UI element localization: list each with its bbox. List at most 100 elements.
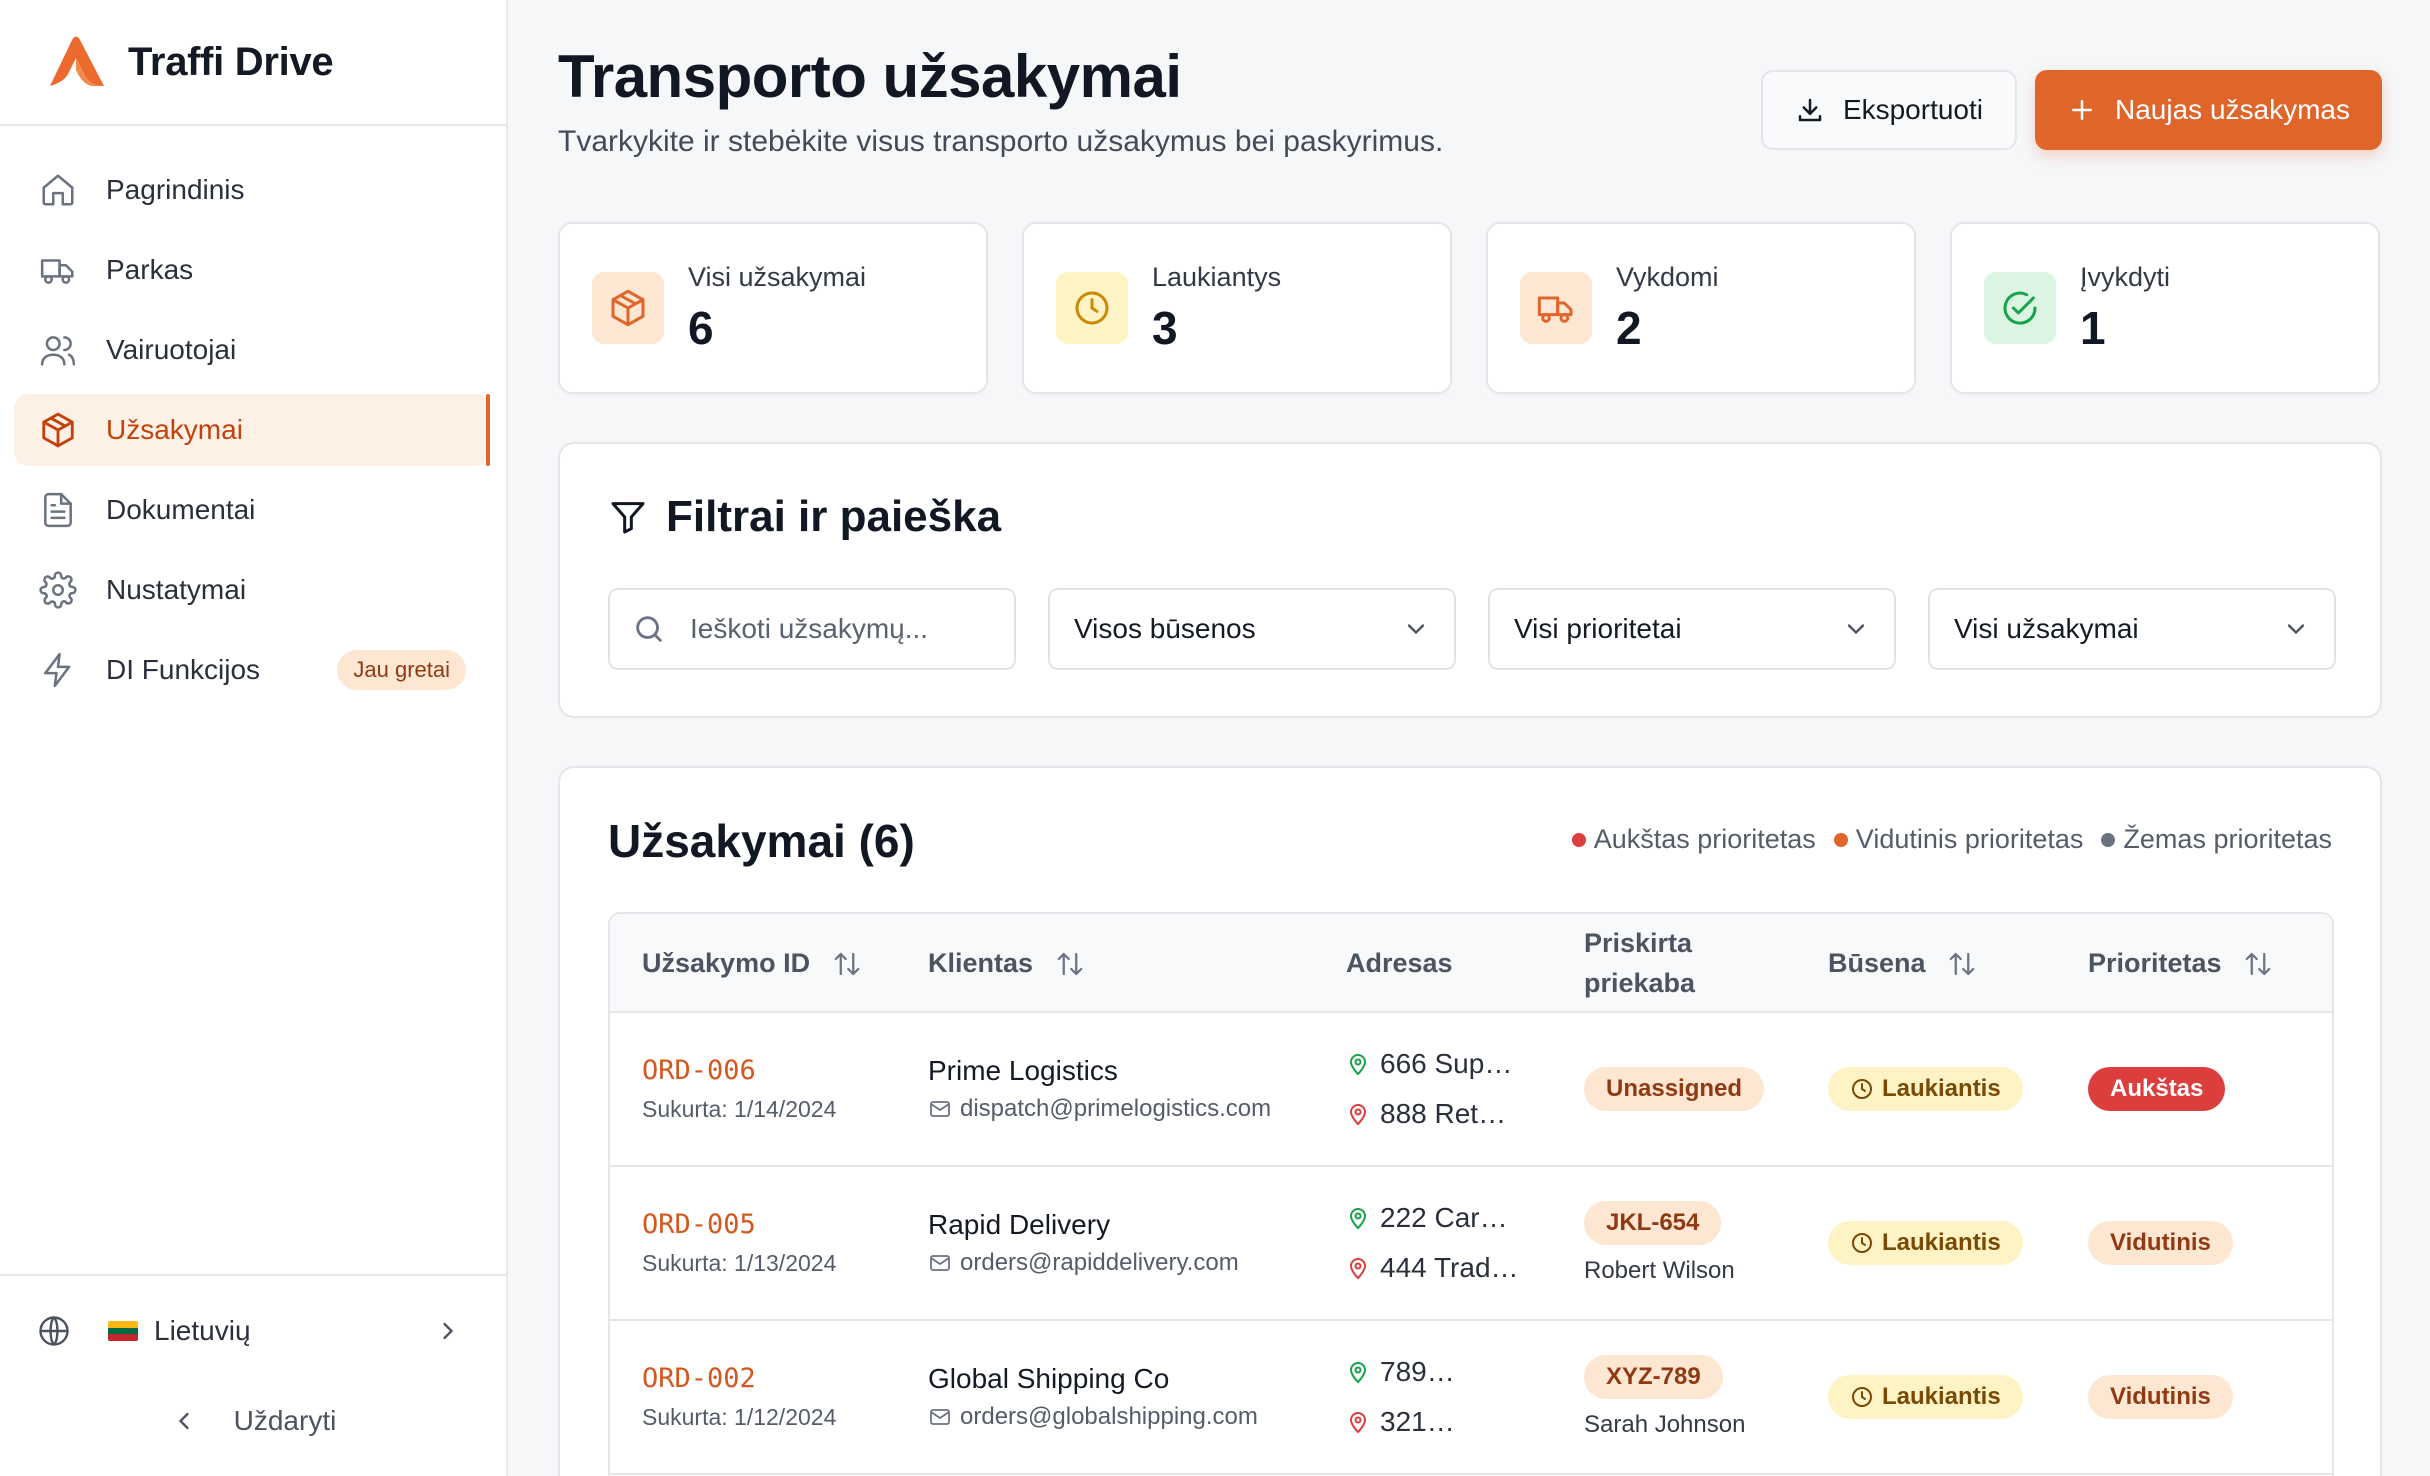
sort-icon[interactable]: [832, 949, 862, 979]
order-id-link[interactable]: ORD-006: [642, 1055, 896, 1086]
sidebar-item-label: DI Funkcijos: [106, 654, 261, 685]
language-switcher[interactable]: Lietuvių: [0, 1276, 506, 1386]
stat-value: 3: [1152, 301, 1178, 354]
export-button[interactable]: Eksportuoti: [1760, 70, 2018, 150]
status-label: Laukiantis: [1882, 1075, 2001, 1102]
stat-value: 2: [1616, 301, 1642, 354]
pickup-address-text: 666 Sup…: [1380, 1048, 1513, 1079]
legend-label: Aukštas prioritetas: [1593, 824, 1816, 854]
collapse-label: Uždaryti: [233, 1405, 337, 1436]
order-id-link[interactable]: ORD-002: [642, 1363, 896, 1394]
column-header-id[interactable]: Užsakymo ID: [610, 914, 896, 1012]
package-icon: [38, 410, 78, 450]
page-header: Transporto užsakymai Tvarkykite ir stebė…: [558, 42, 1443, 159]
traffi-logo-icon: [50, 36, 104, 86]
priority-select[interactable]: Visi prioritetai: [1488, 588, 1896, 670]
chevron-right-icon: [443, 1322, 454, 1340]
chevron-down-icon: [2287, 624, 2305, 635]
pickup-address: 666 Sup…: [1346, 1048, 1552, 1080]
stat-value: 1: [2080, 301, 2106, 354]
priority-legend: Aukštas prioritetas Vidutinis prioriteta…: [1571, 824, 2332, 855]
search-box: [608, 588, 1016, 670]
filters-heading: Filtrai ir paieška: [608, 492, 1001, 542]
stats-row: Visi užsakymai 6 Laukiantys 3 Vykdomi 2: [558, 222, 2380, 394]
stat-label: Visi užsakymai: [688, 261, 867, 292]
legend-label: Vidutinis prioritetas: [1855, 824, 2084, 854]
map-pin-green-icon: [1349, 1054, 1367, 1076]
sort-icon[interactable]: [1055, 949, 1085, 979]
export-label: Eksportuoti: [1842, 94, 1984, 125]
check-circle-icon: [1984, 272, 2056, 344]
stat-label: Įvykdyti: [2080, 261, 2171, 292]
stat-card-in-progress: Vykdomi 2: [1486, 222, 1916, 394]
search-input[interactable]: [690, 613, 990, 645]
collapse-sidebar-button[interactable]: Uždaryti: [0, 1386, 506, 1456]
pickup-address: 789…: [1346, 1356, 1552, 1388]
legend-dot: [1833, 832, 1848, 847]
page-subtitle: Tvarkykite ir stebėkite visus transporto…: [558, 125, 1444, 158]
clock-icon: [1852, 1079, 1872, 1099]
sidebar-item-label: Užsakymai: [106, 414, 243, 445]
client-email-text: dispatch@primelogistics.com: [960, 1095, 1272, 1122]
status-select[interactable]: Visos būsenos: [1048, 588, 1456, 670]
column-label: Klientas: [928, 947, 1034, 978]
order-created-date: Sukurta: 1/14/2024: [642, 1096, 837, 1122]
sidebar-item-label: Dokumentai: [106, 494, 256, 525]
clock-icon: [1852, 1233, 1872, 1253]
priority-badge: Aukštas: [2088, 1067, 2226, 1111]
filter-row: Visos būsenos Visi prioritetai Visi užsa…: [608, 588, 2336, 670]
sidebar-item-documents[interactable]: Dokumentai: [14, 474, 490, 546]
sidebar-item-dashboard[interactable]: Pagrindinis: [14, 154, 490, 226]
sidebar-item-label: Nustatymai: [106, 574, 247, 605]
status-badge: Laukiantis: [1828, 1221, 2023, 1265]
map-pin-green-icon: [1349, 1208, 1367, 1230]
new-order-label: Naujas užsakymas: [2115, 94, 2350, 125]
sidebar-item-settings[interactable]: Nustatymai: [14, 554, 490, 626]
column-label: Priskirta priekaba: [1584, 927, 1696, 998]
mail-icon: [930, 1101, 950, 1117]
priority-badge: Vidutinis: [2088, 1221, 2233, 1265]
sort-icon[interactable]: [1947, 949, 1977, 979]
brand[interactable]: Traffi Drive: [0, 0, 506, 126]
legend-label: Žemas prioritetas: [2123, 824, 2332, 854]
trailer-badge: XYZ-789: [1584, 1355, 1723, 1399]
driver-name: Sarah Johnson: [1584, 1411, 1746, 1438]
sidebar-item-fleet[interactable]: Parkas: [14, 234, 490, 306]
client-email-text: orders@rapiddelivery.com: [960, 1249, 1239, 1276]
search-icon: [636, 616, 662, 642]
status-badge: Laukiantis: [1828, 1375, 2023, 1419]
table-header-row: Užsakymo ID Klientas Adresas Priskirta p…: [610, 914, 2332, 1012]
dropoff-address-text: 444 Trad…: [1380, 1252, 1519, 1283]
column-label: Adresas: [1346, 947, 1453, 978]
column-header-priority[interactable]: Prioritetas: [2056, 914, 2332, 1012]
column-header-client[interactable]: Klientas: [896, 914, 1314, 1012]
new-order-button[interactable]: Naujas užsakymas: [2035, 70, 2382, 150]
order-created-date: Sukurta: 1/12/2024: [642, 1404, 837, 1430]
document-icon: [38, 490, 78, 530]
chevron-down-icon: [1847, 624, 1865, 635]
map-pin-red-icon: [1349, 1412, 1367, 1434]
map-pin-red-icon: [1349, 1258, 1367, 1280]
language-label: Lietuvių: [154, 1315, 251, 1346]
filters-panel: Filtrai ir paieška Visos būsenos Visi pr…: [558, 442, 2382, 718]
brand-name: Traffi Drive: [128, 39, 334, 84]
order-id-link[interactable]: ORD-005: [642, 1209, 896, 1240]
trailer-badge: Unassigned: [1584, 1067, 1765, 1111]
table-row[interactable]: ORD-005 Sukurta: 1/13/2024 Rapid Deliver…: [610, 1166, 2332, 1320]
table-row[interactable]: ORD-006 Sukurta: 1/14/2024 Prime Logisti…: [610, 1012, 2332, 1166]
client-email-text: orders@globalshipping.com: [960, 1403, 1258, 1430]
sidebar-item-ai-features[interactable]: DI Funkcijos Jau gretai: [14, 634, 490, 706]
gear-icon: [38, 570, 78, 610]
legend-dot: [1571, 832, 1586, 847]
dropoff-address: 888 Reta…: [1346, 1098, 1552, 1130]
orders-select[interactable]: Visi užsakymai: [1928, 588, 2336, 670]
table-row[interactable]: ORD-002 Sukurta: 1/12/2024 Global Shippi…: [610, 1320, 2332, 1474]
clock-icon: [1056, 272, 1128, 344]
mail-icon: [930, 1255, 950, 1271]
sort-icon[interactable]: [2243, 949, 2273, 979]
column-header-status[interactable]: Būsena: [1796, 914, 2056, 1012]
sidebar-item-orders[interactable]: Užsakymai: [14, 394, 490, 466]
stat-label: Vykdomi: [1616, 261, 1719, 292]
priority-select-value: Visi prioritetai: [1514, 613, 1682, 644]
sidebar-item-drivers[interactable]: Vairuotojai: [14, 314, 490, 386]
